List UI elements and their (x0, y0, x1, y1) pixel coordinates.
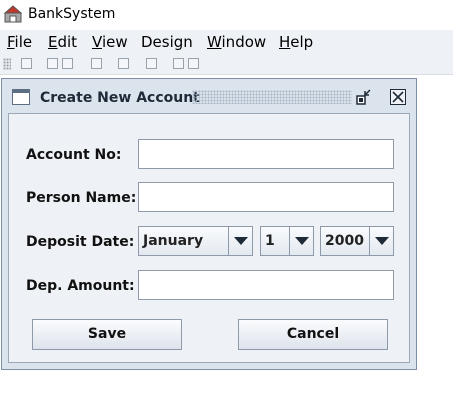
year-value: 2000 (325, 233, 364, 249)
chevron-down-icon (295, 237, 309, 245)
chevron-down-icon (375, 237, 389, 245)
close-button[interactable] (390, 89, 406, 105)
bank-app-icon (4, 5, 22, 23)
menu-file[interactable]: File (7, 33, 32, 51)
menu-window[interactable]: Window (207, 33, 266, 51)
toolbar-grip-handle[interactable] (3, 58, 11, 70)
day-select[interactable]: 1 (260, 226, 314, 256)
toolbar-button-4[interactable] (91, 58, 102, 69)
person-name-input[interactable] (138, 182, 394, 212)
menu-view[interactable]: View (92, 33, 128, 51)
menu-bar: File Edit View Design Window Help (0, 30, 453, 54)
account-no-input[interactable] (138, 139, 394, 169)
account-form: Account No: Person Name: Deposit Date: J… (8, 113, 410, 363)
deposit-date-label: Deposit Date: (26, 234, 135, 250)
window-frame-icon (12, 89, 30, 105)
title-bar-grip (192, 90, 352, 104)
day-dropdown-button[interactable] (289, 227, 313, 255)
app-title-bar: BankSystem (0, 0, 453, 30)
toolbar (0, 54, 453, 75)
menu-edit[interactable]: Edit (48, 33, 77, 51)
toolbar-button-5[interactable] (118, 58, 129, 69)
month-dropdown-button[interactable] (228, 227, 252, 255)
frame-title-bar[interactable]: Create New Account (4, 81, 414, 111)
toolbar-button-1[interactable] (21, 58, 32, 69)
person-name-label: Person Name: (26, 190, 137, 206)
toolbar-button-6[interactable] (146, 58, 157, 69)
create-account-frame: Create New Account Account No: Person Na… (1, 78, 417, 370)
cancel-button[interactable]: Cancel (238, 319, 388, 350)
day-value: 1 (265, 233, 275, 249)
toolbar-button-8[interactable] (188, 58, 199, 69)
close-x-icon (392, 91, 404, 103)
menu-help[interactable]: Help (279, 33, 313, 51)
toolbar-button-3[interactable] (62, 58, 73, 69)
app-title: BankSystem (28, 6, 116, 22)
month-value: January (143, 233, 204, 249)
save-button[interactable]: Save (32, 319, 182, 350)
toolbar-button-7[interactable] (173, 58, 184, 69)
amount-input[interactable] (138, 270, 394, 300)
amount-label: Dep. Amount: (26, 278, 135, 294)
toolbar-button-2[interactable] (47, 58, 58, 69)
frame-title: Create New Account (40, 90, 200, 106)
account-no-label: Account No: (26, 147, 122, 163)
month-select[interactable]: January (138, 226, 253, 256)
year-select[interactable]: 2000 (320, 226, 394, 256)
chevron-down-icon (234, 237, 248, 245)
menu-design[interactable]: Design (141, 33, 193, 51)
iconify-icon[interactable] (356, 89, 372, 105)
year-dropdown-button[interactable] (369, 227, 393, 255)
